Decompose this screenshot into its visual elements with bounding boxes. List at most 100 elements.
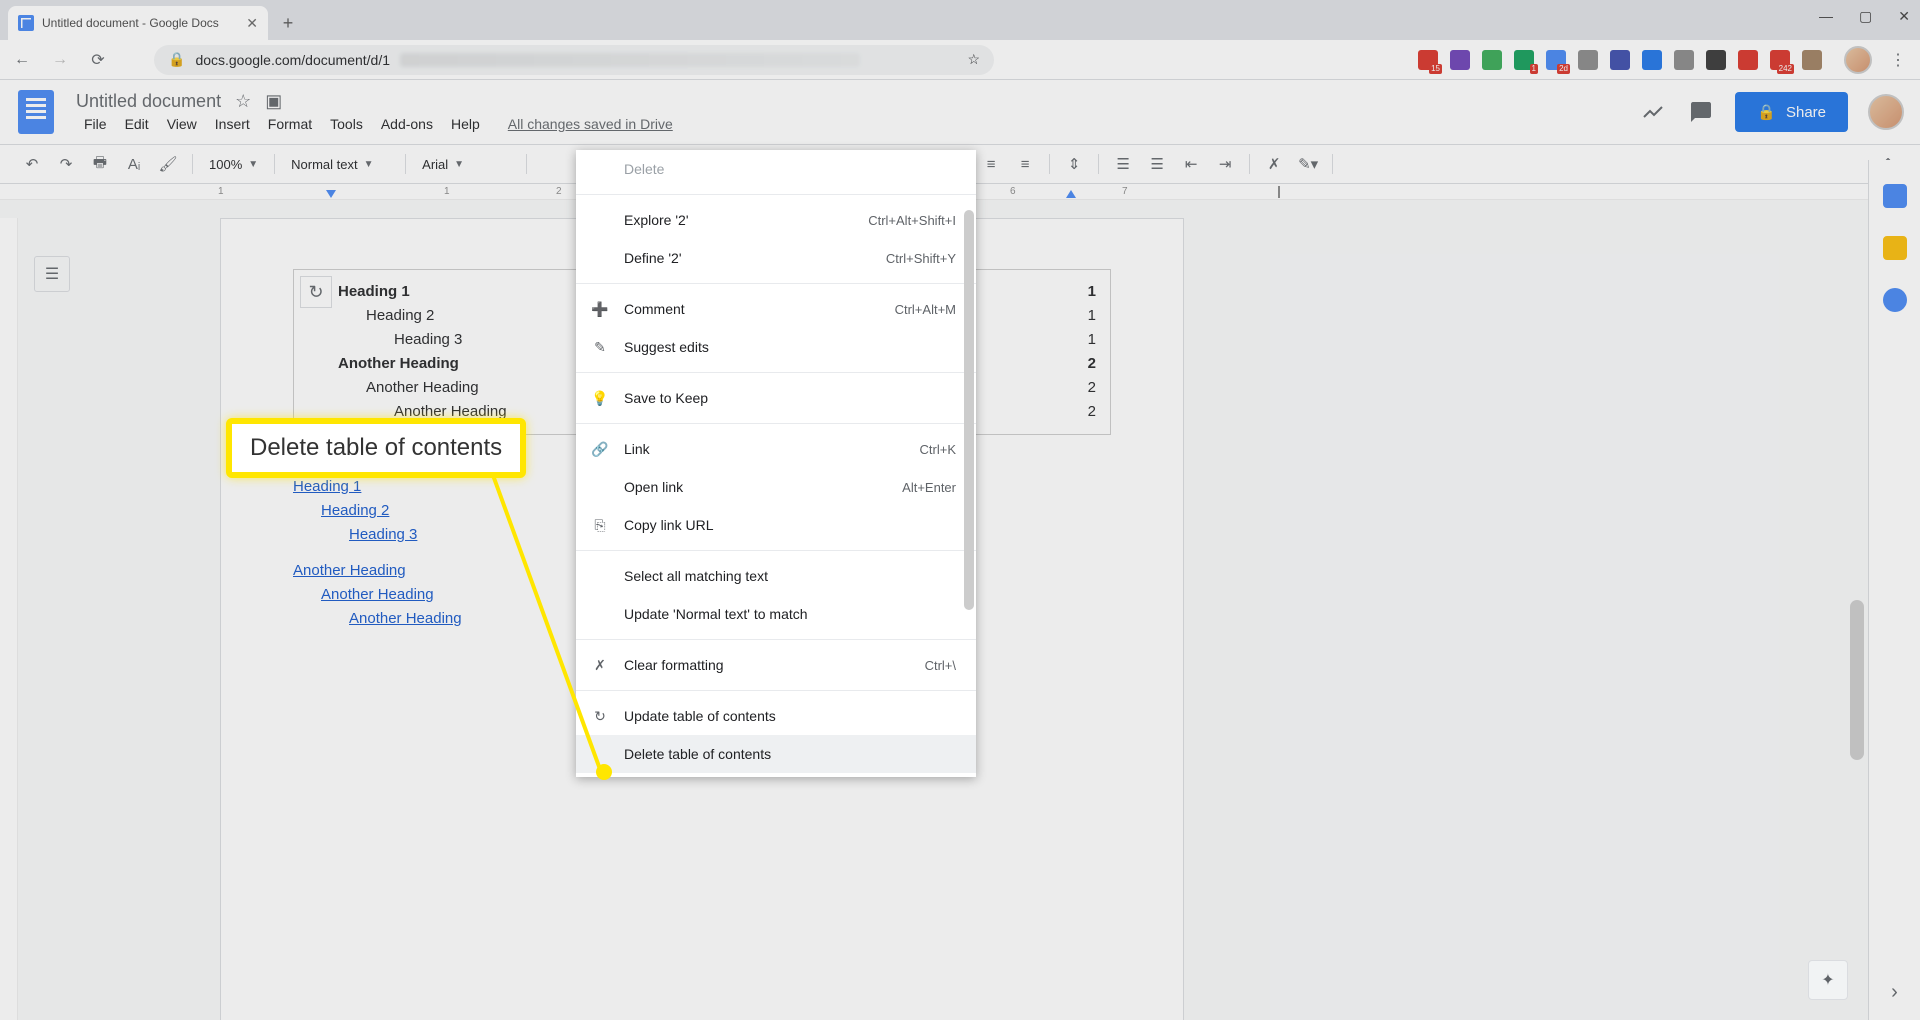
calendar-app-icon[interactable] [1883, 184, 1907, 208]
align-center-button[interactable]: ≡ [977, 150, 1005, 178]
context-menu-item[interactable]: 🔗LinkCtrl+K [576, 430, 976, 468]
heading-link[interactable]: Heading 1 [293, 478, 361, 495]
menu-help[interactable]: Help [443, 114, 488, 134]
extension-12-icon[interactable]: 242 [1770, 50, 1790, 70]
margin-marker[interactable] [1278, 186, 1280, 198]
context-menu-item[interactable]: Open linkAlt+Enter [576, 468, 976, 506]
maximize-button[interactable]: ▢ [1859, 8, 1872, 25]
heading-link[interactable]: Another Heading [349, 610, 462, 627]
new-tab-button[interactable]: + [274, 9, 302, 37]
editing-mode-button[interactable]: ✎▾ [1294, 150, 1322, 178]
context-menu-item[interactable]: ⎘Copy link URL [576, 506, 976, 544]
extension-5-icon[interactable]: 2d [1546, 50, 1566, 70]
heading-link[interactable]: Another Heading [321, 586, 434, 603]
saved-status[interactable]: All changes saved in Drive [508, 114, 673, 134]
heading-link[interactable]: Another Heading [293, 562, 406, 579]
increase-indent-button[interactable]: ⇥ [1211, 150, 1239, 178]
outline-toggle-button[interactable]: ☰ [34, 256, 70, 292]
extension-7-icon[interactable] [1610, 50, 1630, 70]
spellcheck-button[interactable]: Aᵢ [120, 150, 148, 178]
browser-tab[interactable]: Untitled document - Google Docs ✕ [8, 6, 268, 40]
window-controls: — ▢ ✕ [1819, 8, 1910, 25]
menu-add-ons[interactable]: Add-ons [373, 114, 441, 134]
align-right-button[interactable]: ≡ [1011, 150, 1039, 178]
context-menu-item[interactable]: Select all matching text [576, 557, 976, 595]
heading-link[interactable]: Heading 2 [321, 502, 389, 519]
menu-tools[interactable]: Tools [322, 114, 371, 134]
tab-title: Untitled document - Google Docs [42, 16, 238, 30]
tasks-app-icon[interactable] [1883, 288, 1907, 312]
redo-button[interactable]: ↷ [52, 150, 80, 178]
vertical-ruler[interactable] [0, 218, 18, 1020]
context-menu-item[interactable]: ✗Clear formattingCtrl+\ [576, 646, 976, 684]
style-select[interactable]: Normal text▼ [285, 157, 395, 172]
address-bar[interactable]: 🔒 docs.google.com/document/d/1 ☆ [154, 45, 994, 75]
line-spacing-button[interactable]: ⇕ [1060, 150, 1088, 178]
context-menu-item[interactable]: Update 'Normal text' to match [576, 595, 976, 633]
share-button[interactable]: 🔒 Share [1735, 92, 1848, 132]
paint-format-button[interactable]: 🖌 [154, 150, 182, 178]
star-bookmark-icon[interactable]: ☆ [967, 51, 980, 68]
keep-app-icon[interactable] [1883, 236, 1907, 260]
extension-4-icon[interactable]: 1 [1514, 50, 1534, 70]
right-indent-marker[interactable] [1066, 190, 1076, 198]
reload-button[interactable]: ⟳ [86, 48, 110, 72]
close-window-button[interactable]: ✕ [1898, 8, 1910, 25]
docs-favicon [18, 15, 34, 31]
context-menu-item[interactable]: ↻Update table of contents [576, 697, 976, 735]
account-avatar[interactable] [1868, 94, 1904, 130]
extension-6-icon[interactable] [1578, 50, 1598, 70]
extension-13-icon[interactable] [1802, 50, 1822, 70]
menu-format[interactable]: Format [260, 114, 320, 134]
activity-icon[interactable] [1639, 98, 1667, 126]
side-panel-expand-button[interactable]: › [1891, 981, 1898, 1004]
callout-annotation: Delete table of contents [226, 418, 526, 478]
scrollbar-thumb[interactable] [1850, 600, 1864, 760]
context-menu-item[interactable]: Define '2'Ctrl+Shift+Y [576, 239, 976, 277]
move-to-folder-icon[interactable]: ▣ [265, 91, 282, 112]
undo-button[interactable]: ↶ [18, 150, 46, 178]
browser-menu-button[interactable]: ⋮ [1886, 48, 1910, 72]
browser-profile-avatar[interactable] [1844, 46, 1872, 74]
menu-item-icon: ⎘ [590, 517, 610, 534]
explore-button[interactable]: ✦ [1808, 960, 1848, 1000]
back-button[interactable]: ← [10, 48, 34, 72]
zoom-select[interactable]: 100%▼ [203, 157, 264, 172]
extension-1-icon[interactable]: 15 [1418, 50, 1438, 70]
decrease-indent-button[interactable]: ⇤ [1177, 150, 1205, 178]
star-icon[interactable]: ☆ [235, 91, 251, 112]
refresh-toc-button[interactable]: ↻ [300, 276, 332, 308]
extension-10-icon[interactable] [1706, 50, 1726, 70]
extension-11-icon[interactable] [1738, 50, 1758, 70]
extension-3-icon[interactable] [1482, 50, 1502, 70]
forward-button[interactable]: → [48, 48, 72, 72]
font-select[interactable]: Arial▼ [416, 157, 516, 172]
callout-dot [596, 764, 612, 780]
clear-formatting-button[interactable]: ✗ [1260, 150, 1288, 178]
print-button[interactable]: 🖶 [86, 150, 114, 178]
extension-2-icon[interactable] [1450, 50, 1470, 70]
comments-icon[interactable] [1687, 98, 1715, 126]
bulleted-list-button[interactable]: ☰ [1143, 150, 1171, 178]
menu-file[interactable]: File [76, 114, 115, 134]
indent-marker[interactable] [326, 190, 336, 198]
minimize-button[interactable]: — [1819, 8, 1833, 25]
menu-item-icon: ✗ [590, 657, 610, 674]
docs-logo[interactable] [16, 92, 56, 132]
menu-view[interactable]: View [159, 114, 205, 134]
context-menu-item: Delete [576, 150, 976, 188]
context-menu-item[interactable]: ✎Suggest edits [576, 328, 976, 366]
heading-link[interactable]: Heading 3 [349, 526, 417, 543]
context-menu-item[interactable]: Explore '2'Ctrl+Alt+Shift+I [576, 201, 976, 239]
menu-edit[interactable]: Edit [117, 114, 157, 134]
tab-close-icon[interactable]: ✕ [246, 15, 258, 32]
extension-9-icon[interactable] [1674, 50, 1694, 70]
numbered-list-button[interactable]: ☰ [1109, 150, 1137, 178]
menu-insert[interactable]: Insert [207, 114, 258, 134]
context-menu-item[interactable]: Delete table of contents [576, 735, 976, 773]
document-title[interactable]: Untitled document [76, 91, 221, 112]
context-menu-item[interactable]: ➕CommentCtrl+Alt+M [576, 290, 976, 328]
context-menu-item[interactable]: 💡Save to Keep [576, 379, 976, 417]
extension-8-icon[interactable] [1642, 50, 1662, 70]
menu-item-icon: ➕ [590, 301, 610, 318]
